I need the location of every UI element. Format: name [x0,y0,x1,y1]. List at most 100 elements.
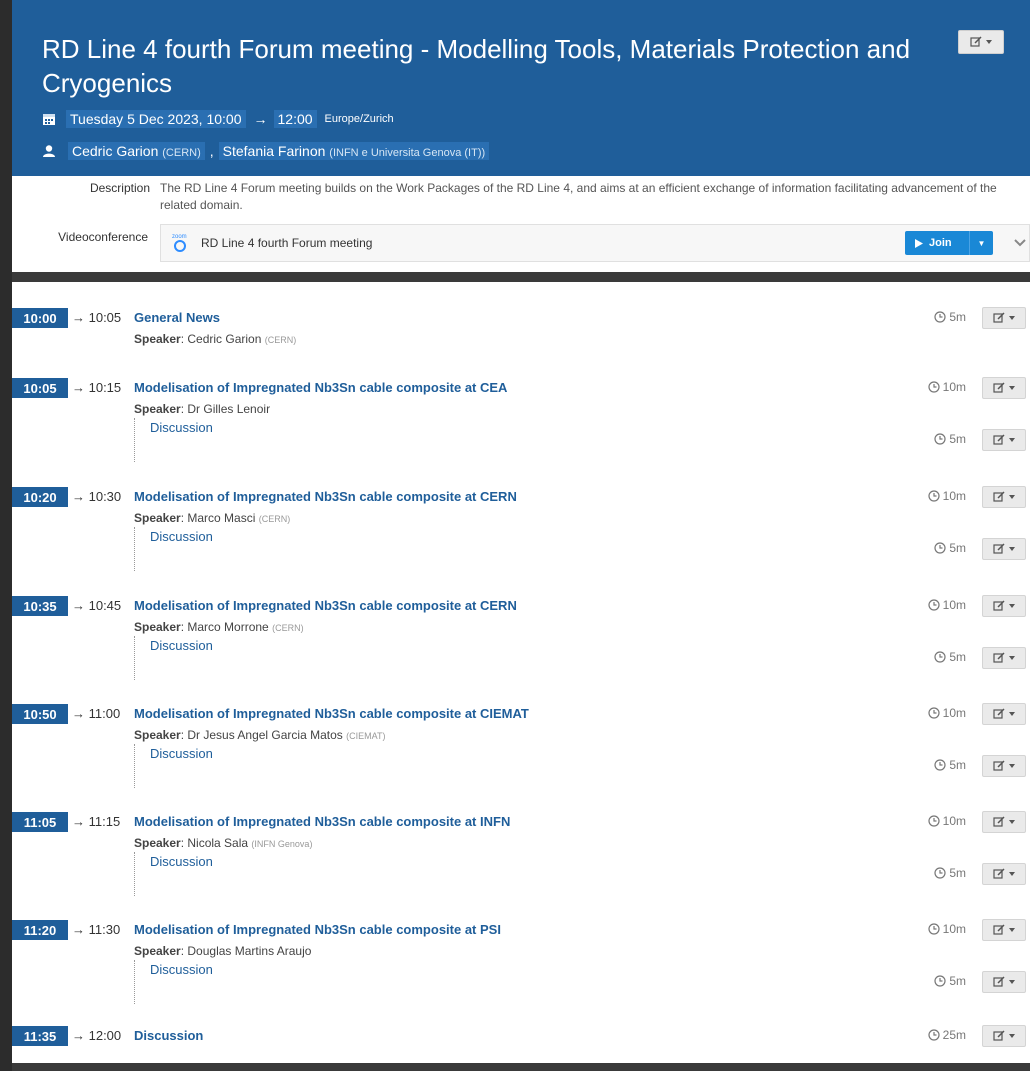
entry-edit-button[interactable] [982,811,1026,833]
clock-icon [934,433,946,445]
entry-edit-button[interactable] [982,486,1026,508]
chair-separator: , [209,143,214,159]
play-icon [915,238,923,248]
entry-title[interactable]: Modelisation of Impregnated Nb3Sn cable … [134,598,517,613]
clock-icon [928,381,940,393]
speaker-label: Speaker [134,836,181,850]
edit-icon [993,434,1005,445]
entry-title[interactable]: Discussion [134,1028,203,1043]
edit-icon [993,543,1005,554]
discussion-link[interactable]: Discussion [150,420,213,435]
videoconference-box: zoom RD Line 4 fourth Forum meeting Join… [160,224,1030,262]
entry-edit-button[interactable] [982,595,1026,617]
discussion-edit-button[interactable] [982,755,1026,777]
join-label: Join [929,237,952,249]
clock-icon [934,867,946,879]
chevron-down-icon [1009,820,1015,824]
chevron-down-icon [1009,712,1015,716]
entry-speaker: Speaker: Nicola Sala (INFN Genova) [134,836,313,850]
entry-end-time: → 11:00 [72,706,121,721]
discussion-link[interactable]: Discussion [150,746,213,761]
entry-title[interactable]: Modelisation of Impregnated Nb3Sn cable … [134,489,517,504]
entry-edit-button[interactable] [982,377,1026,399]
entry-title[interactable]: Modelisation of Impregnated Nb3Sn cable … [134,814,510,829]
duration-value: 10m [942,706,966,720]
duration-value: 10m [942,922,966,936]
section-divider [12,272,1030,282]
zoom-text: zoom [172,234,187,240]
edit-icon [993,760,1005,771]
duration-value: 5m [949,974,966,988]
vc-room-name: RD Line 4 fourth Forum meeting [201,236,373,250]
chevron-down-icon [1009,438,1015,442]
entry-duration: 10m [928,922,966,936]
clock-icon [928,707,940,719]
discussion-edit-button[interactable] [982,538,1026,560]
join-dropdown-icon[interactable]: ▼ [970,239,993,248]
discussion-duration: 5m [934,758,966,772]
chevron-down-icon [1009,764,1015,768]
discussion-duration: 5m [934,866,966,880]
discussion-link[interactable]: Discussion [150,529,213,544]
subcontribution-line [134,636,136,680]
discussion-edit-button[interactable] [982,647,1026,669]
speaker-affiliation: (CERN) [264,335,297,345]
discussion-duration: 5m [934,541,966,555]
subcontribution-line [134,527,136,571]
discussion-link[interactable]: Discussion [150,854,213,869]
description-text: The RD Line 4 Forum meeting builds on th… [160,181,997,212]
chevron-down-icon [1009,1034,1015,1038]
chair-1[interactable]: Cedric Garion (CERN) [68,142,205,160]
subcontribution-line [134,744,136,788]
entry-duration: 10m [928,380,966,394]
discussion-link[interactable]: Discussion [150,962,213,977]
discussion-edit-button[interactable] [982,429,1026,451]
discussion-duration: 5m [934,650,966,664]
speaker-label: Speaker [134,620,181,634]
entry-edit-button[interactable] [982,703,1026,725]
speaker-label: Speaker [134,332,181,346]
chevron-down-icon [1009,316,1015,320]
event-header: RD Line 4 fourth Forum meeting - Modelli… [12,0,1030,176]
duration-value: 5m [949,866,966,880]
clock-icon [928,1029,940,1041]
chevron-down-icon [986,40,992,44]
entry-duration: 25m [928,1028,966,1042]
join-button[interactable]: Join ▼ [905,231,993,255]
event-info: Description The RD Line 4 Forum meeting … [12,176,1030,272]
entry-start-time: 10:20 [12,487,68,507]
speaker-affiliation: (CIEMAT) [346,731,386,741]
entry-duration: 10m [928,598,966,612]
entry-title[interactable]: Modelisation of Impregnated Nb3Sn cable … [134,922,501,937]
clock-icon [934,311,946,323]
bottom-divider [12,1063,1030,1071]
entry-start-time: 10:50 [12,704,68,724]
discussion-link[interactable]: Discussion [150,638,213,653]
entry-title[interactable]: Modelisation of Impregnated Nb3Sn cable … [134,706,529,721]
entry-edit-button[interactable] [982,919,1026,941]
chair-2[interactable]: Stefania Farinon (INFN e Universita Geno… [218,142,490,160]
duration-value: 10m [942,598,966,612]
subcontribution-line [134,418,136,462]
entry-title[interactable]: General News [134,310,220,325]
entry-speaker: Speaker: Dr Gilles Lenoir [134,402,271,416]
speaker-affiliation: (INFN Genova) [251,839,313,849]
speaker-label: Speaker [134,944,181,958]
entry-title[interactable]: Modelisation of Impregnated Nb3Sn cable … [134,380,507,395]
chair-affiliation: (CERN) [162,147,201,159]
event-title: RD Line 4 fourth Forum meeting - Modelli… [42,34,911,98]
entry-start-time: 11:20 [12,920,68,940]
entry-edit-button[interactable] [982,307,1026,329]
discussion-duration: 5m [934,432,966,446]
clock-icon [928,923,940,935]
discussion-edit-button[interactable] [982,863,1026,885]
chevron-down-icon [1009,928,1015,932]
chair-name: Stefania Farinon [222,143,326,159]
duration-value: 5m [949,310,966,324]
event-edit-button[interactable] [958,30,1004,54]
discussion-edit-button[interactable] [982,971,1026,993]
entry-edit-button[interactable] [982,1025,1026,1047]
clock-icon [934,651,946,663]
speaker-affiliation: (CERN) [258,514,291,524]
chevron-down-icon[interactable] [1013,237,1027,249]
